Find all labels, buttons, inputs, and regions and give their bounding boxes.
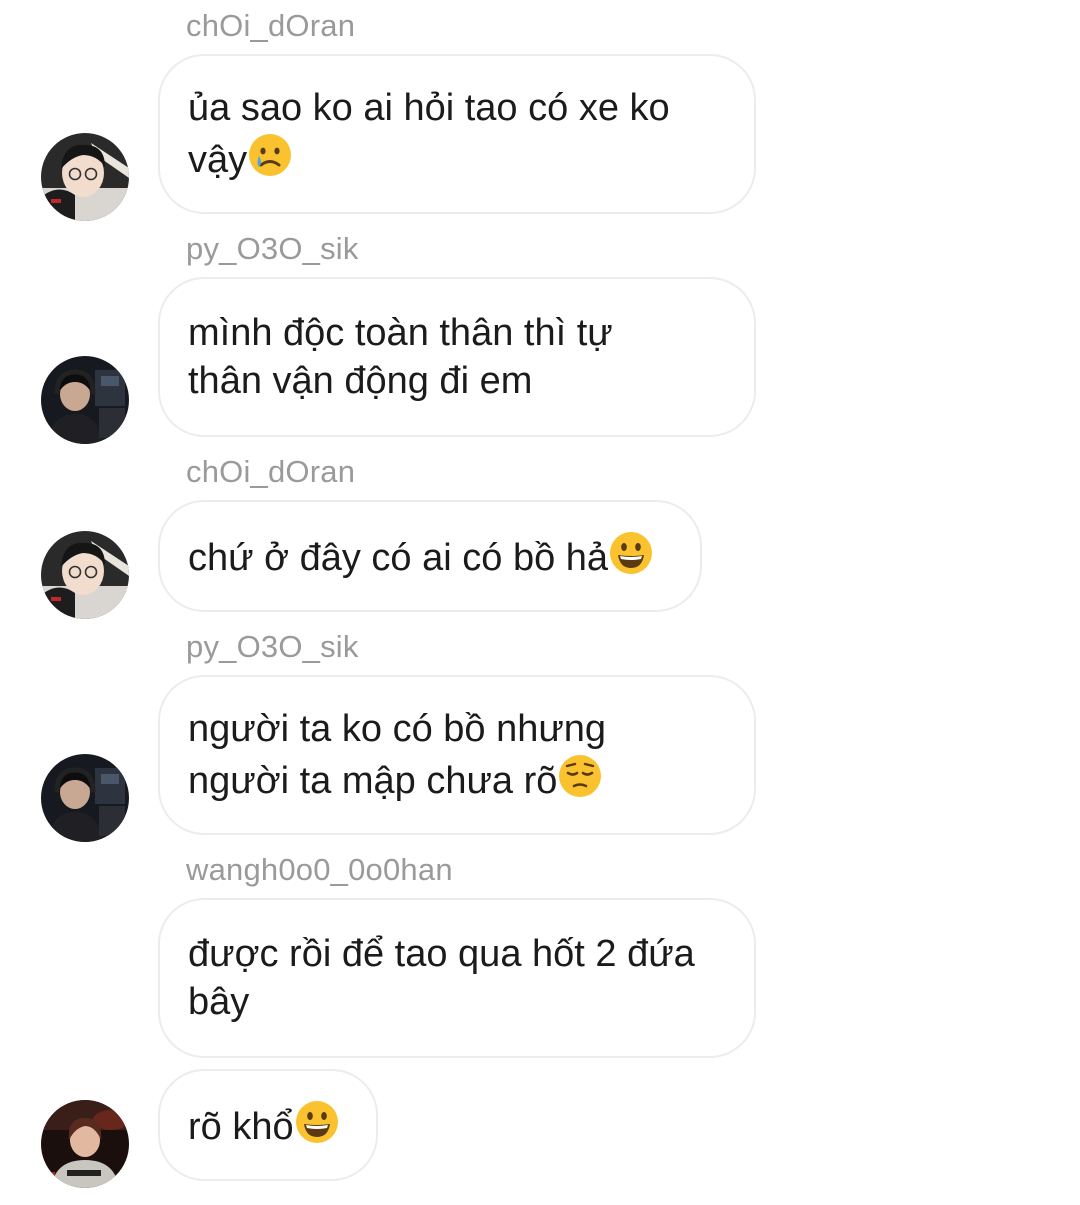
message-bubble[interactable]: ủa sao ko ai hỏi tao có xe ko vậy (158, 54, 756, 214)
sender-name[interactable]: wangh0o0_0o0han (186, 852, 453, 888)
sender-name[interactable]: chOi_dOran (186, 8, 355, 44)
message-text: mình độc toàn thân thì tự thân vận động … (188, 312, 613, 402)
message-text: rõ khổ (188, 1099, 340, 1151)
message-text: được rồi để tao qua hốt 2 đứa bây (188, 933, 695, 1023)
grinning-face-icon (610, 532, 653, 574)
message-bubble[interactable]: mình độc toàn thân thì tự thân vận động … (158, 277, 756, 437)
sender-name[interactable]: py_O3O_sik (186, 231, 359, 267)
sender-name[interactable]: py_O3O_sik (186, 629, 359, 665)
user-avatar[interactable] (41, 1100, 129, 1188)
message-bubble[interactable]: rõ khổ (158, 1069, 378, 1181)
message-text: chứ ở đây có ai có bồ hả (188, 530, 654, 582)
user-avatar[interactable] (41, 133, 129, 221)
message-text: ủa sao ko ai hỏi tao có xe ko vậy (188, 87, 670, 181)
grinning-face-icon (295, 1101, 338, 1143)
message-text: người ta ko có bồ nhưng người ta mập chư… (188, 708, 607, 802)
user-avatar[interactable] (41, 754, 129, 842)
user-avatar[interactable] (41, 356, 129, 444)
crying-face-icon (249, 134, 292, 176)
message-bubble[interactable]: chứ ở đây có ai có bồ hả (158, 500, 702, 612)
message-bubble[interactable]: người ta ko có bồ nhưng người ta mập chư… (158, 675, 756, 835)
pensive-face-icon (559, 755, 602, 797)
message-bubble[interactable]: được rồi để tao qua hốt 2 đứa bây (158, 898, 756, 1058)
user-avatar[interactable] (41, 531, 129, 619)
sender-name[interactable]: chOi_dOran (186, 454, 355, 490)
